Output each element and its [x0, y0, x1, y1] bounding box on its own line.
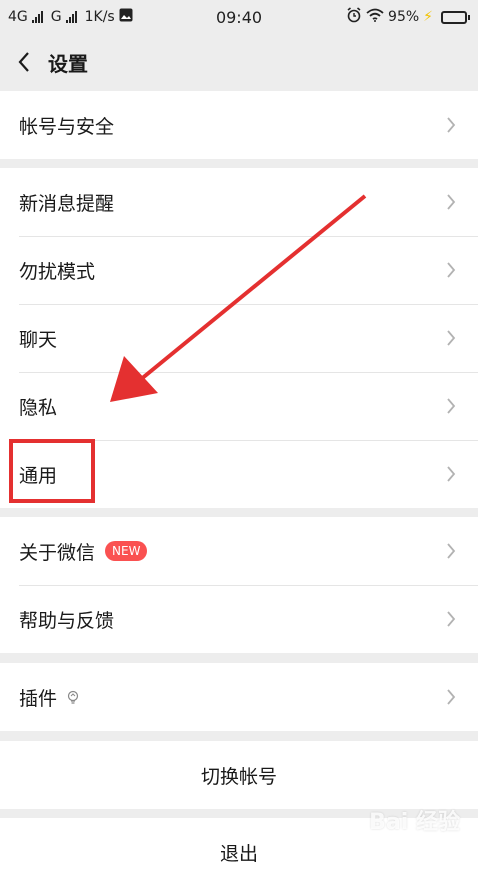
watermark-logo: Bai 经验: [369, 810, 460, 835]
annotation-arrow: [110, 194, 367, 402]
annotation-highlight-box: [9, 439, 95, 503]
